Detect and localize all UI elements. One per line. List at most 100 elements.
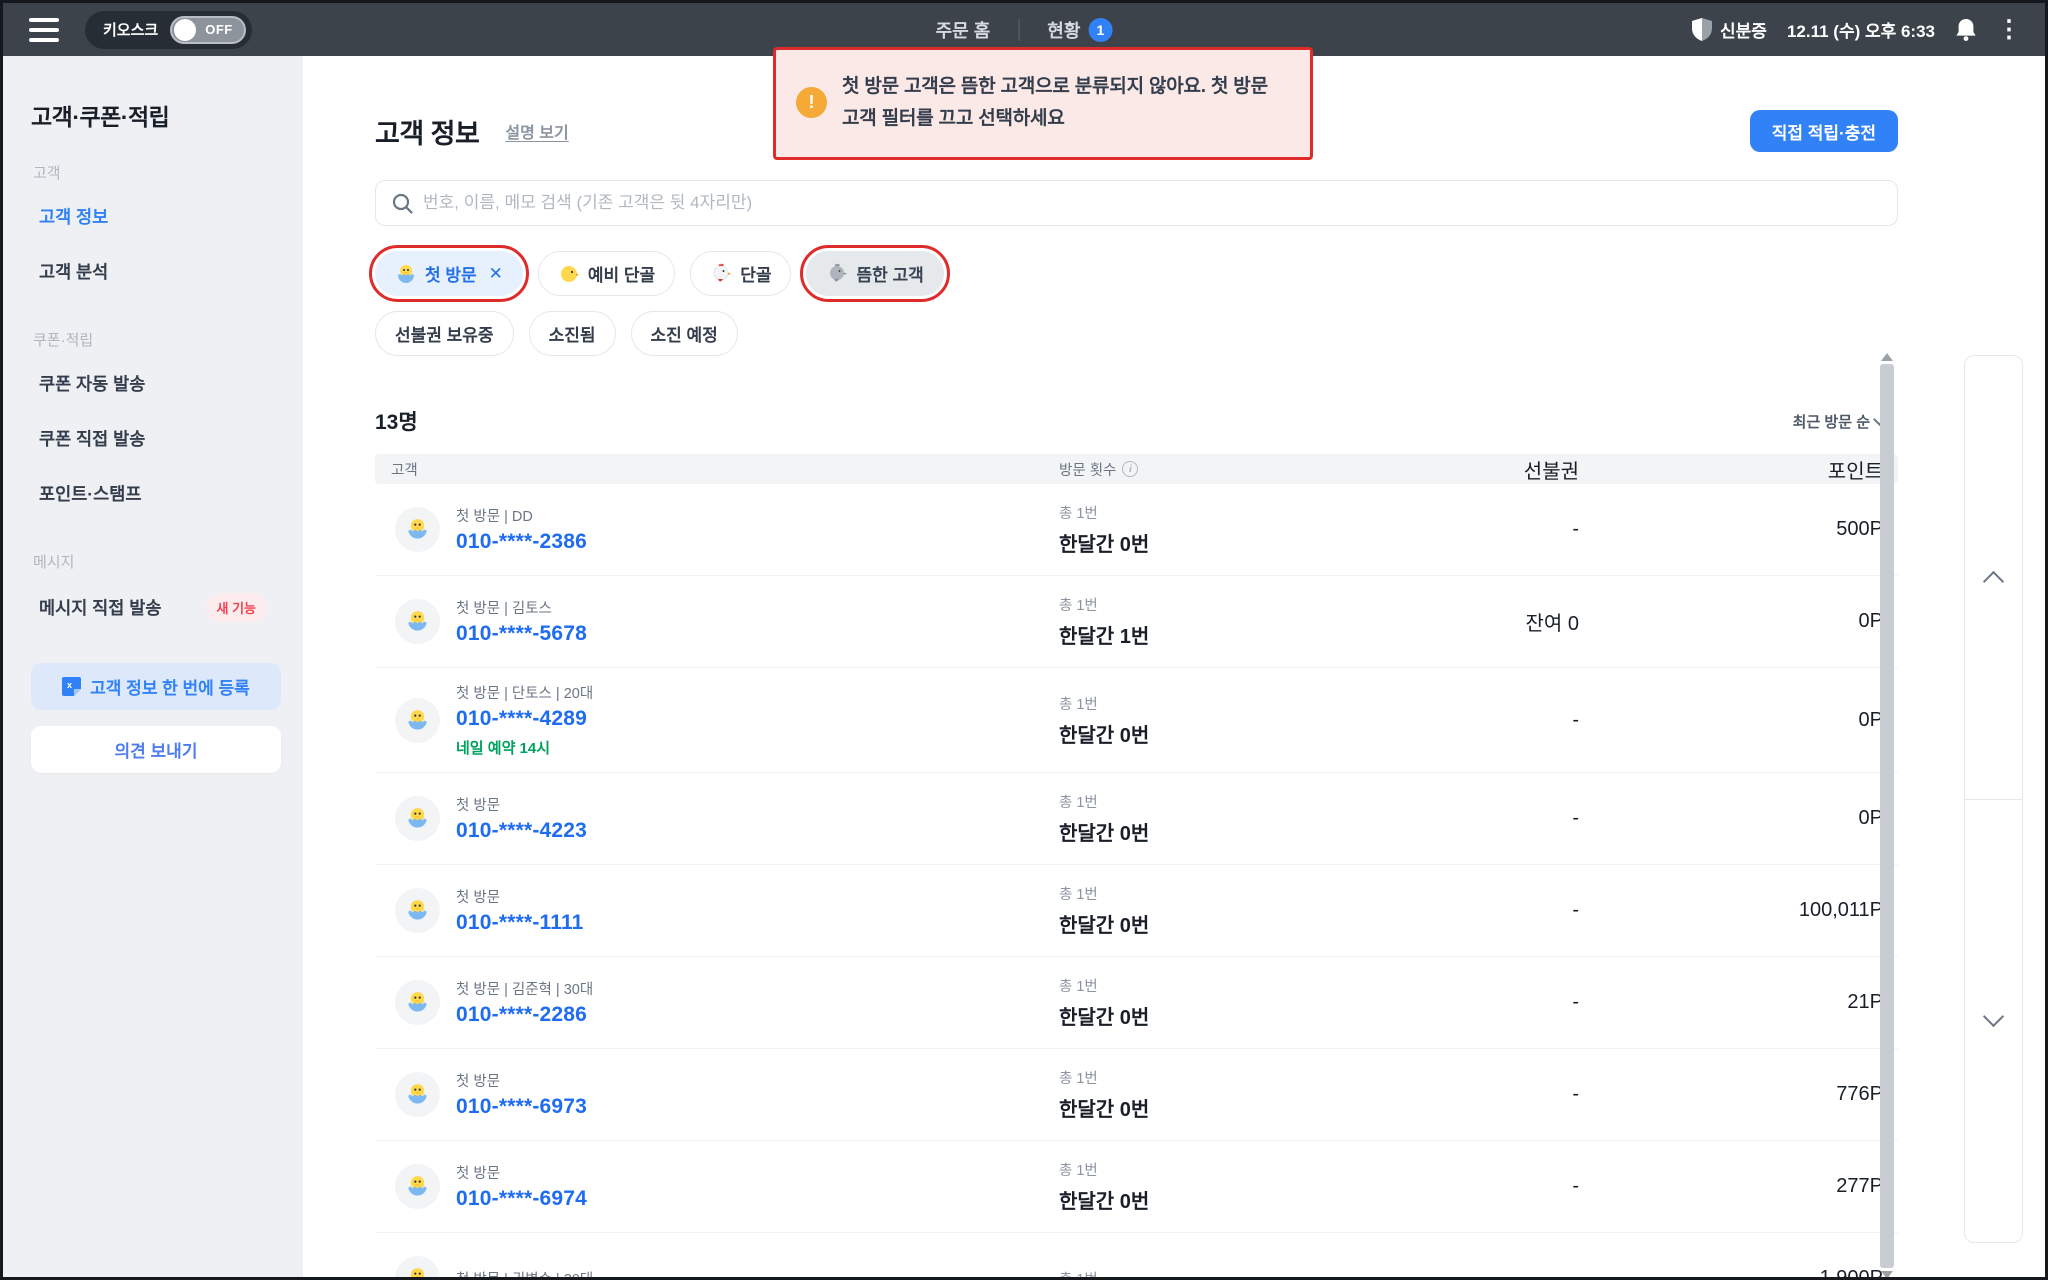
customer-name: 첫 방문 bbox=[456, 1070, 587, 1091]
sidebar-item[interactable]: 쿠폰 자동 발송 bbox=[31, 356, 281, 411]
filter-chip-label: 소진 예정 bbox=[651, 321, 718, 346]
sidebar-item[interactable]: 포인트·스탬프 bbox=[31, 466, 281, 521]
prepaid-value: - bbox=[1389, 807, 1579, 830]
customer-row[interactable]: 첫 방문 | DD 010-****-2386 총 1번 한달간 0번 - 50… bbox=[375, 484, 1898, 576]
sidebar-item[interactable]: 고객 분석 bbox=[31, 244, 281, 299]
sidebar-item[interactable]: 쿠폰 직접 발송 bbox=[31, 411, 281, 466]
sidebar-item[interactable]: 메시지 직접 발송 새 기능 bbox=[31, 578, 281, 637]
reservation-note: 네일 예약 14시 bbox=[456, 737, 593, 758]
filter-chip[interactable]: 단골 bbox=[690, 251, 791, 296]
column-prepaid: 선불권 bbox=[1389, 455, 1579, 484]
visits-month: 한달간 1번 bbox=[1059, 620, 1149, 649]
page-title: 고객 정보 bbox=[375, 112, 479, 151]
visits-total: 총 1번 bbox=[1059, 791, 1098, 812]
help-link[interactable]: 설명 보기 bbox=[505, 119, 568, 143]
scroll-down-arrow-icon[interactable] bbox=[1881, 1271, 1893, 1279]
points-value: 1,900P bbox=[1579, 1267, 1898, 1280]
visits-month: 한달간 0번 bbox=[1059, 909, 1149, 938]
customer-row[interactable]: 첫 방문 | 권병수 | 30대 총 1번 1,900P bbox=[375, 1233, 1898, 1280]
search-input[interactable] bbox=[423, 193, 1881, 213]
hatching-chick-avatar bbox=[395, 507, 440, 552]
rooster-icon bbox=[710, 263, 732, 285]
column-customer: 고객 bbox=[375, 459, 1059, 480]
kiosk-toggle[interactable]: OFF bbox=[170, 16, 246, 44]
customer-name: 첫 방문 | 권병수 | 30대 bbox=[456, 1268, 593, 1280]
warning-text-line2: 고객 필터를 끄고 선택하세요 bbox=[842, 103, 1268, 135]
prepaid-value: - bbox=[1389, 991, 1579, 1014]
close-icon[interactable]: ✕ bbox=[489, 264, 503, 284]
filter-chip[interactable]: 소진됨 bbox=[529, 311, 616, 356]
hatching-chick-avatar bbox=[395, 796, 440, 841]
bulk-register-label: 고객 정보 한 번에 등록 bbox=[90, 674, 250, 699]
send-feedback-button[interactable]: 의견 보내기 bbox=[31, 726, 281, 773]
filter-chip[interactable]: 첫 방문 ✕ bbox=[375, 251, 523, 296]
column-points: 포인트 bbox=[1579, 455, 1898, 484]
sidebar-item[interactable]: 고객 정보 bbox=[31, 189, 281, 244]
customer-table-body: 첫 방문 | DD 010-****-2386 총 1번 한달간 0번 - 50… bbox=[375, 484, 1898, 1280]
visits-total: 총 1번 bbox=[1059, 693, 1098, 714]
customer-name: 첫 방문 | 김준혁 | 30대 bbox=[456, 978, 593, 999]
scroll-up-button[interactable] bbox=[1965, 356, 2022, 799]
customer-phone: 010-****-4289 bbox=[456, 707, 593, 731]
notifications-bell-icon[interactable] bbox=[1955, 18, 1977, 42]
id-check-button[interactable]: 신분증 bbox=[1692, 17, 1767, 42]
scroll-up-arrow-icon[interactable] bbox=[1881, 353, 1893, 361]
customer-name: 첫 방문 | DD bbox=[456, 505, 587, 526]
customer-row[interactable]: 첫 방문 | 김토스 010-****-5678 총 1번 한달간 1번 잔여 … bbox=[375, 576, 1898, 668]
sort-dropdown[interactable]: 최근 방문 순 bbox=[1793, 411, 1884, 432]
visits-total: 총 1번 bbox=[1059, 502, 1098, 523]
visits-month: 한달간 0번 bbox=[1059, 528, 1149, 557]
datetime-label: 12.11 (수) 오후 6:33 bbox=[1787, 17, 1935, 42]
scrollbar-thumb[interactable] bbox=[1880, 364, 1894, 1268]
points-value: 776P bbox=[1579, 1083, 1898, 1106]
customer-row[interactable]: 첫 방문 010-****-6974 총 1번 한달간 0번 - 277P bbox=[375, 1141, 1898, 1233]
direct-charge-button[interactable]: 직접 적립·충전 bbox=[1750, 110, 1898, 152]
table-scrollbar[interactable] bbox=[1879, 353, 1895, 1279]
prepaid-value: - bbox=[1389, 1175, 1579, 1198]
filter-chip[interactable]: 예비 단골 bbox=[538, 251, 675, 296]
sidebar-item-label: 고객 정보 bbox=[39, 204, 108, 229]
points-value: 500P bbox=[1579, 518, 1898, 541]
hatching-chick-avatar bbox=[395, 980, 440, 1025]
points-value: 0P bbox=[1579, 807, 1898, 830]
customer-row[interactable]: 첫 방문 010-****-6973 총 1번 한달간 0번 - 776P bbox=[375, 1049, 1898, 1141]
filter-chip[interactable]: 뜸한 고객 bbox=[806, 251, 943, 296]
points-value: 277P bbox=[1579, 1175, 1898, 1198]
sidebar-item-label: 포인트·스탬프 bbox=[39, 481, 141, 506]
info-icon[interactable]: i bbox=[1122, 461, 1138, 477]
prepaid-value: - bbox=[1389, 709, 1579, 732]
scroll-down-button[interactable] bbox=[1965, 799, 2022, 1243]
hamburger-menu-icon[interactable] bbox=[29, 18, 59, 42]
visits-total: 총 1번 bbox=[1059, 975, 1098, 996]
customer-row[interactable]: 첫 방문 | 김준혁 | 30대 010-****-2286 총 1번 한달간 … bbox=[375, 957, 1898, 1049]
sort-label: 최근 방문 순 bbox=[1793, 411, 1870, 432]
bulk-register-button[interactable]: x 고객 정보 한 번에 등록 bbox=[31, 663, 281, 710]
status-count-badge: 1 bbox=[1088, 18, 1112, 42]
more-kebab-icon[interactable]: ⋮ bbox=[1997, 18, 2021, 42]
exclamation-icon: ! bbox=[796, 87, 827, 118]
prepaid-value: 잔여 0 bbox=[1389, 607, 1579, 636]
sidebar-section-label: 고객 bbox=[33, 162, 281, 183]
main-content: 고객 정보 설명 보기 직접 적립·충전 첫 방문 ✕ 예비 단골 단골 뜸한 … bbox=[303, 56, 1898, 1280]
sidebar-section: 고객 고객 정보 고객 분석 bbox=[31, 162, 281, 299]
customer-row[interactable]: 첫 방문 | 단토스 | 20대 010-****-4289 네일 예약 14시… bbox=[375, 668, 1898, 773]
customer-phone: 010-****-2286 bbox=[456, 1003, 593, 1027]
nav-order-home[interactable]: 주문 홈 bbox=[936, 17, 991, 43]
chevron-up-icon bbox=[1983, 571, 2004, 592]
nav-status[interactable]: 현황 1 bbox=[1047, 17, 1112, 43]
customer-row[interactable]: 첫 방문 010-****-4223 총 1번 한달간 0번 - 0P bbox=[375, 773, 1898, 865]
shield-icon bbox=[1692, 18, 1712, 41]
hatching-chick-avatar bbox=[395, 1256, 440, 1280]
customer-row[interactable]: 첫 방문 010-****-1111 총 1번 한달간 0번 - 100,011… bbox=[375, 865, 1898, 957]
kiosk-label: 키오스크 bbox=[103, 19, 158, 40]
sidebar: 고객·쿠폰·적립 고객 고객 정보 고객 분석 쿠폰·적립 쿠폰 자동 발송 쿠… bbox=[3, 56, 303, 1277]
filter-chip-label: 단골 bbox=[740, 261, 771, 286]
filter-chip[interactable]: 소진 예정 bbox=[631, 311, 738, 356]
visits-total: 총 1번 bbox=[1059, 883, 1098, 904]
hatching-chick-avatar bbox=[395, 1072, 440, 1117]
customer-name: 첫 방문 | 단토스 | 20대 bbox=[456, 682, 593, 703]
prepaid-value: - bbox=[1389, 1083, 1579, 1106]
filter-chip[interactable]: 선불권 보유중 bbox=[375, 311, 514, 356]
customer-type-filters: 첫 방문 ✕ 예비 단골 단골 뜸한 고객 bbox=[375, 251, 1898, 296]
customer-phone: 010-****-1111 bbox=[456, 911, 584, 935]
